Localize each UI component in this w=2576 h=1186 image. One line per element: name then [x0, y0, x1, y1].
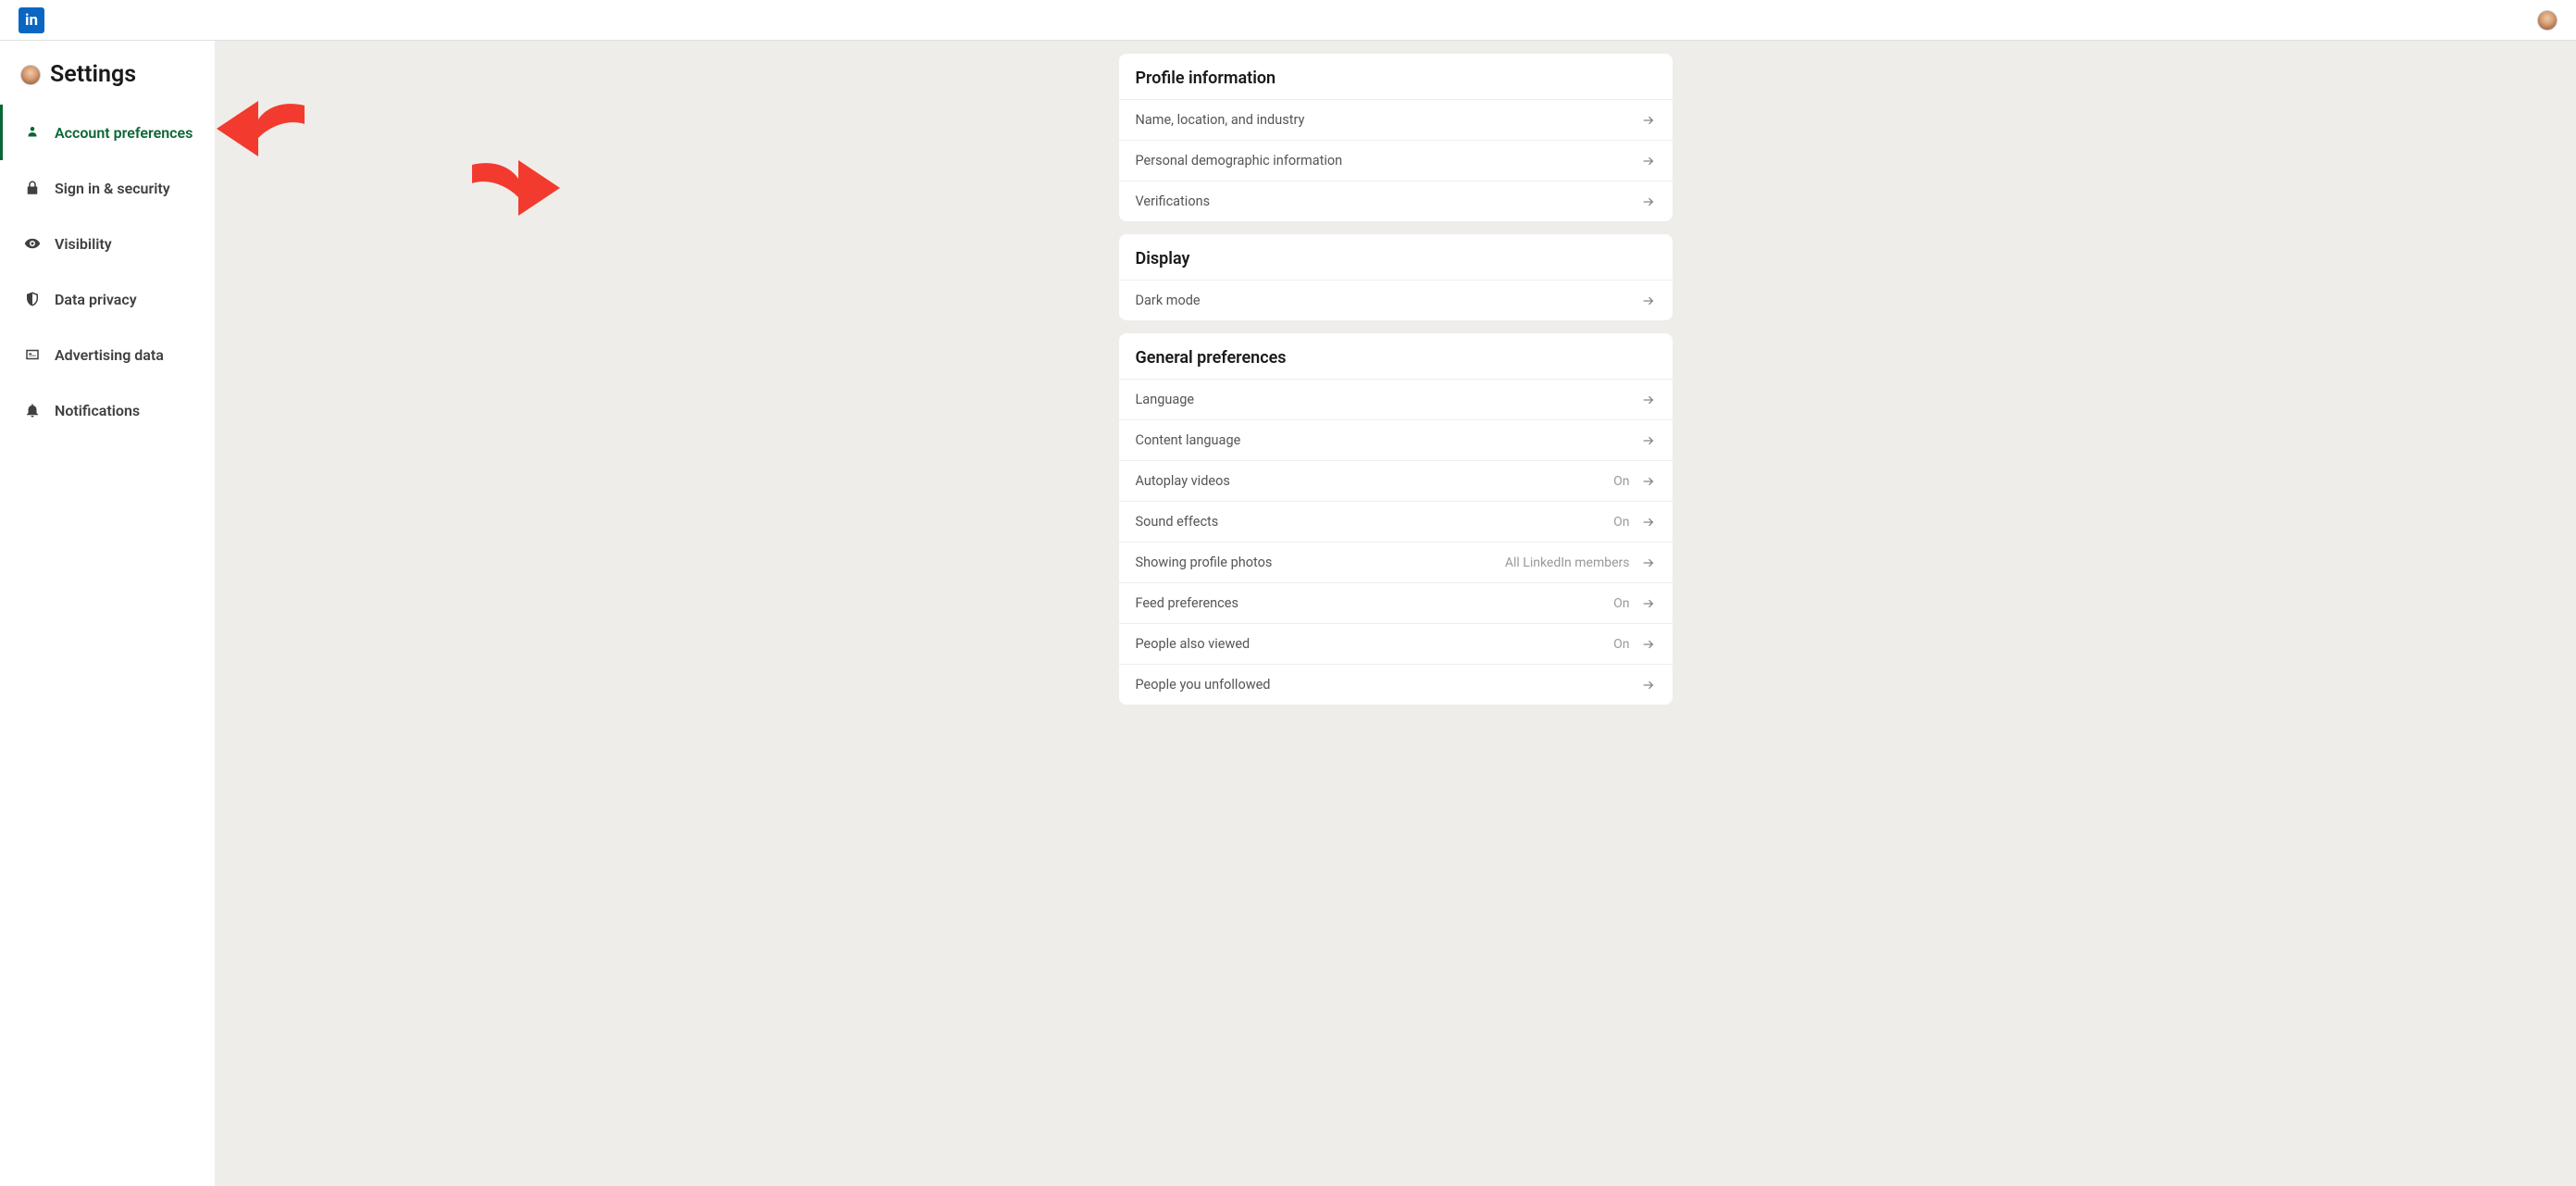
row-people-you-unfollowed[interactable]: People you unfollowed: [1119, 664, 1673, 705]
chevron-right-icon: [1641, 433, 1656, 448]
chevron-right-icon: [1641, 596, 1656, 611]
row-label: Dark mode: [1136, 293, 1630, 308]
chevron-right-icon: [1641, 293, 1656, 308]
person-icon: [23, 123, 42, 142]
sidebar-item-label: Advertising data: [55, 346, 164, 364]
chevron-right-icon: [1641, 393, 1656, 407]
row-value: All LinkedIn members: [1505, 556, 1630, 570]
layout: Settings Account preferences Sign in & s…: [0, 41, 2576, 1186]
sidebar-header: Settings: [0, 61, 215, 105]
row-label: Autoplay videos: [1136, 473, 1603, 489]
section-title: General preferences: [1119, 333, 1673, 379]
row-personal-demographic[interactable]: Personal demographic information: [1119, 140, 1673, 181]
row-label: Personal demographic information: [1136, 153, 1630, 169]
chevron-right-icon: [1641, 637, 1656, 652]
row-content-language[interactable]: Content language: [1119, 419, 1673, 460]
sidebar-item-advertising-data[interactable]: Advertising data: [0, 327, 215, 382]
row-value: On: [1613, 637, 1629, 652]
row-value: On: [1613, 596, 1629, 611]
row-value: On: [1613, 474, 1629, 489]
sidebar-item-data-privacy[interactable]: Data privacy: [0, 271, 215, 327]
row-label: Sound effects: [1136, 514, 1603, 530]
row-label: Feed preferences: [1136, 595, 1603, 611]
sidebar-item-visibility[interactable]: Visibility: [0, 216, 215, 271]
chevron-right-icon: [1641, 556, 1656, 570]
row-value: On: [1613, 515, 1629, 530]
row-people-also-viewed[interactable]: People also viewed On: [1119, 623, 1673, 664]
sidebar: Settings Account preferences Sign in & s…: [0, 41, 215, 438]
row-label: People you unfollowed: [1136, 677, 1630, 693]
section-profile-information: Profile information Name, location, and …: [1119, 54, 1673, 221]
sidebar-item-label: Sign in & security: [55, 180, 170, 197]
row-label: Verifications: [1136, 194, 1630, 209]
row-label: Name, location, and industry: [1136, 112, 1630, 128]
sidebar-item-label: Visibility: [55, 235, 112, 253]
main-inner: Profile information Name, location, and …: [1119, 54, 1673, 1186]
sidebar-item-label: Notifications: [55, 402, 140, 419]
row-label: People also viewed: [1136, 636, 1603, 652]
chevron-right-icon: [1641, 474, 1656, 489]
bell-icon: [23, 401, 42, 419]
chevron-right-icon: [1641, 515, 1656, 530]
row-label: Language: [1136, 392, 1630, 407]
row-sound-effects[interactable]: Sound effects On: [1119, 501, 1673, 542]
row-verifications[interactable]: Verifications: [1119, 181, 1673, 221]
sidebar-item-account-preferences[interactable]: Account preferences: [0, 105, 215, 160]
row-showing-profile-photos[interactable]: Showing profile photos All LinkedIn memb…: [1119, 542, 1673, 582]
section-title: Display: [1119, 234, 1673, 280]
eye-icon: [23, 234, 42, 253]
chevron-right-icon: [1641, 194, 1656, 209]
sidebar-item-sign-in-security[interactable]: Sign in & security: [0, 160, 215, 216]
chevron-right-icon: [1641, 678, 1656, 693]
section-general-preferences: General preferences Language Content lan…: [1119, 333, 1673, 705]
chevron-right-icon: [1641, 154, 1656, 169]
row-feed-preferences[interactable]: Feed preferences On: [1119, 582, 1673, 623]
sidebar-item-label: Account preferences: [55, 124, 193, 142]
row-name-location-industry[interactable]: Name, location, and industry: [1119, 99, 1673, 140]
linkedin-logo[interactable]: in: [19, 7, 44, 33]
sidebar-item-notifications[interactable]: Notifications: [0, 382, 215, 438]
section-display: Display Dark mode: [1119, 234, 1673, 320]
ad-icon: [23, 345, 42, 364]
topbar: in: [0, 0, 2576, 41]
sidebar-item-label: Data privacy: [55, 291, 137, 308]
main-content: Profile information Name, location, and …: [215, 41, 2576, 1186]
row-dark-mode[interactable]: Dark mode: [1119, 280, 1673, 320]
sidebar-avatar[interactable]: [20, 65, 41, 85]
row-autoplay-videos[interactable]: Autoplay videos On: [1119, 460, 1673, 501]
row-label: Showing profile photos: [1136, 555, 1494, 570]
section-title: Profile information: [1119, 54, 1673, 99]
chevron-right-icon: [1641, 113, 1656, 128]
shield-icon: [23, 290, 42, 308]
lock-icon: [23, 179, 42, 197]
row-label: Content language: [1136, 432, 1630, 448]
row-language[interactable]: Language: [1119, 379, 1673, 419]
topbar-avatar[interactable]: [2537, 10, 2557, 31]
page-title: Settings: [50, 61, 136, 88]
